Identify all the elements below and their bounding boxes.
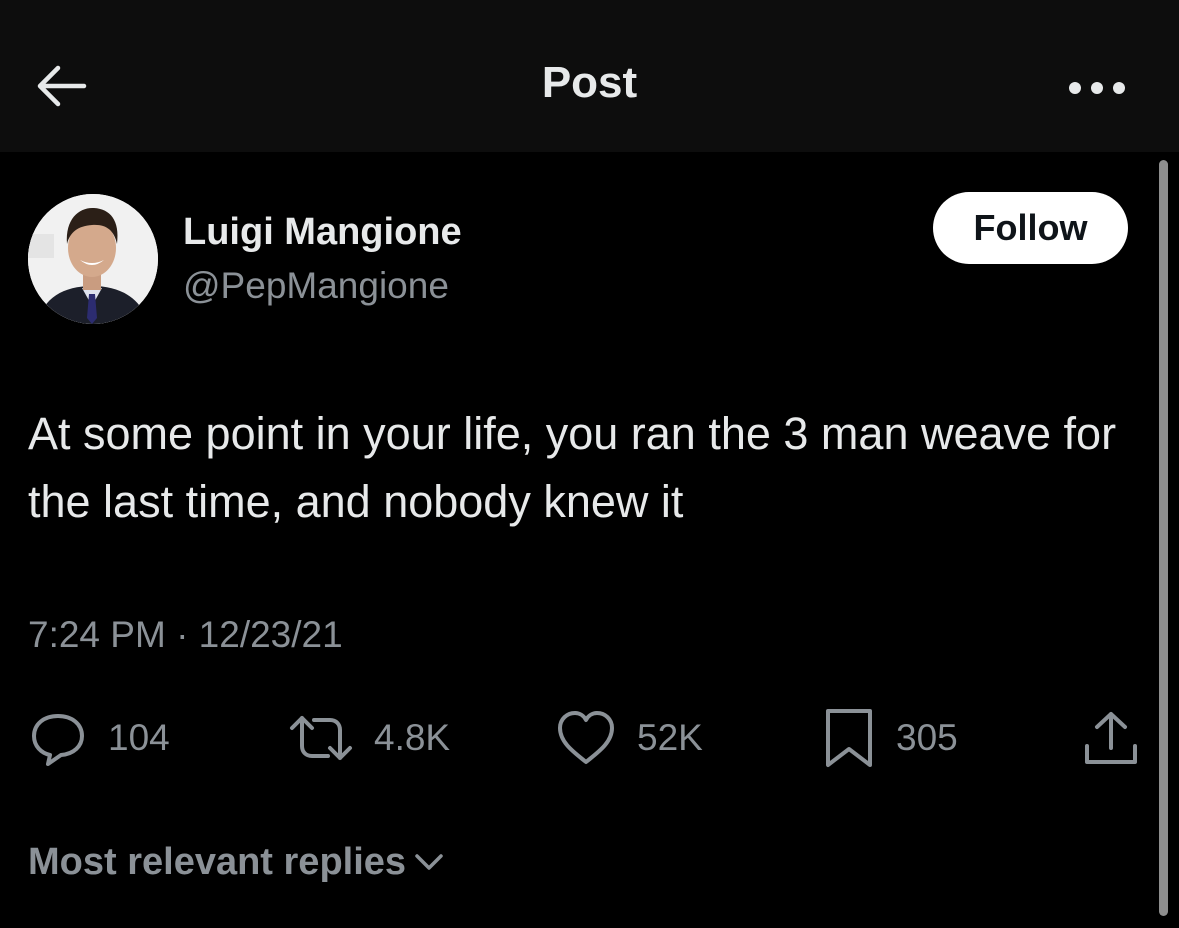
repost-count: 4.8K [374, 717, 451, 758]
share-icon [1085, 712, 1137, 764]
profile-photo [28, 194, 158, 324]
like-count: 52K [637, 717, 703, 758]
reply-button[interactable]: 104 [28, 708, 170, 768]
replies-sort-label: Most relevant replies [28, 840, 407, 883]
like-button[interactable]: 52K [555, 708, 703, 768]
share-button[interactable] [1082, 708, 1140, 768]
chevron-down-icon [415, 854, 443, 870]
scrollbar[interactable] [1159, 160, 1168, 916]
follow-button[interactable]: Follow [933, 192, 1128, 264]
reply-icon [32, 714, 84, 766]
heart-icon [558, 711, 614, 764]
author-handle[interactable]: @PepMangione [183, 265, 449, 307]
repost-icon [290, 716, 352, 760]
reply-count: 104 [108, 717, 170, 758]
post-text: At some point in your life, you ran the … [28, 408, 1117, 527]
author-name[interactable]: Luigi Mangione [183, 211, 462, 254]
post-timestamp[interactable]: 7:24 PM · 12/23/21 [28, 614, 343, 656]
avatar[interactable] [28, 194, 158, 324]
page-title: Post [541, 58, 638, 107]
more-horizontal-icon [1069, 82, 1125, 94]
replies-sort-dropdown[interactable]: Most relevant replies [28, 836, 444, 888]
top-bar: Post [0, 0, 1179, 152]
more-options-button[interactable] [1062, 70, 1132, 106]
bookmark-button[interactable]: 305 [822, 708, 958, 768]
bookmark-icon [826, 709, 872, 767]
repost-button[interactable]: 4.8K [288, 708, 450, 768]
bookmark-count: 305 [896, 717, 958, 758]
